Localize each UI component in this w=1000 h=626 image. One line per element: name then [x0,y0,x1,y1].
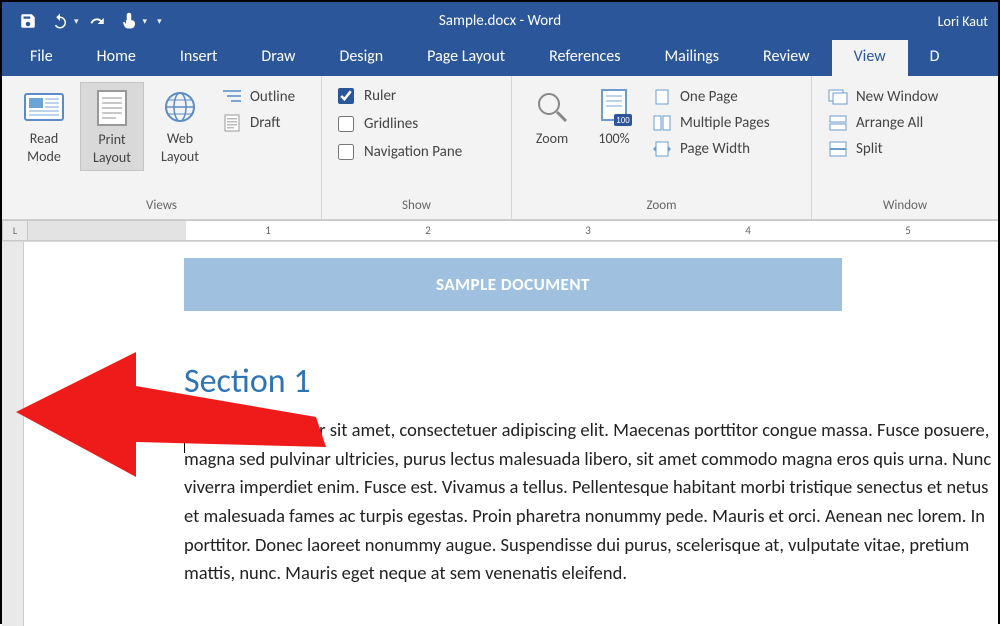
page-width-icon [652,140,672,158]
document-area[interactable]: SAMPLE DOCUMENT Section 1 Lorem ipsum do… [2,242,998,626]
touch-dropdown-icon[interactable]: ▾ [143,16,148,27]
read-mode-icon [14,86,74,128]
group-window: New Window Arrange All Split Window [812,76,998,219]
user-name: Lori Kaut [938,13,988,30]
outline-button[interactable]: Outline [216,86,301,108]
undo-dropdown-icon[interactable]: ▾ [74,16,79,27]
one-page-button[interactable]: One Page [646,86,776,108]
draft-button[interactable]: Draft [216,112,301,134]
tab-truncated[interactable]: D [908,39,948,76]
tab-design[interactable]: Design [318,39,406,76]
multiple-pages-icon [652,114,672,132]
tab-home[interactable]: Home [75,39,158,76]
tab-page-layout[interactable]: Page Layout [405,39,527,76]
section-heading[interactable]: Section 1 [184,361,998,402]
gridlines-checkbox[interactable]: Gridlines [332,112,468,136]
print-layout-icon [83,87,141,129]
group-label-zoom: Zoom [522,195,801,217]
ruler-checkbox[interactable]: Ruler [332,84,468,108]
svg-text:100: 100 [616,116,630,125]
group-label-window: Window [822,195,988,217]
undo-icon[interactable] [46,8,74,34]
tab-review[interactable]: Review [741,39,832,76]
ribbon: Read Mode Print Layout Web Layout [2,76,998,220]
zoom-button[interactable]: Zoom [522,82,582,152]
new-window-icon [828,88,848,106]
zoom-100-button[interactable]: 100 100% [586,82,642,152]
redo-icon[interactable] [83,8,111,34]
group-views: Read Mode Print Layout Web Layout [2,76,322,219]
group-label-show: Show [332,195,501,217]
save-icon[interactable] [14,8,42,34]
text-cursor [184,417,185,453]
tab-draw[interactable]: Draw [239,39,317,76]
title-bar: ▾ ▾ ▾ Sample.docx - Word Lori Kaut [2,2,998,40]
vertical-ruler[interactable] [2,242,24,626]
tab-mailings[interactable]: Mailings [642,39,741,76]
group-show: Ruler Gridlines Navigation Pane Show [322,76,512,219]
touch-mode-icon[interactable] [115,8,143,34]
arrange-all-button[interactable]: Arrange All [822,112,944,134]
group-label-views: Views [12,195,311,217]
print-layout-button[interactable]: Print Layout [80,82,144,171]
qat-customize-icon[interactable]: ▾ [157,16,162,27]
horizontal-ruler[interactable]: 1 2 3 4 5 [28,220,998,241]
tab-references[interactable]: References [527,39,642,76]
split-icon [828,140,848,158]
zoom-icon [524,86,580,128]
quick-access-toolbar: ▾ ▾ ▾ [2,8,162,34]
new-window-button[interactable]: New Window [822,86,944,108]
multiple-pages-button[interactable]: Multiple Pages [646,112,776,134]
ruler-bar: L 1 2 3 4 5 [2,220,998,242]
ribbon-tabs: File Home Insert Draw Design Page Layout… [2,40,998,76]
draft-icon [222,114,242,132]
page-width-button[interactable]: Page Width [646,138,776,160]
tab-selector[interactable]: L [2,220,28,241]
group-zoom: Zoom 100 100% One Page Multiple Pages [512,76,812,219]
navigation-pane-checkbox[interactable]: Navigation Pane [332,140,468,164]
tab-view[interactable]: View [832,39,908,76]
read-mode-button[interactable]: Read Mode [12,82,76,169]
outline-icon [222,88,242,106]
one-page-icon [652,88,672,106]
split-button[interactable]: Split [822,138,944,160]
web-layout-button[interactable]: Web Layout [148,82,212,169]
document-header: SAMPLE DOCUMENT [184,258,842,311]
tab-file[interactable]: File [8,39,75,76]
page: SAMPLE DOCUMENT Section 1 Lorem ipsum do… [28,242,998,588]
body-paragraph[interactable]: Lorem ipsum dolor sit amet, consectetuer… [184,416,998,588]
arrange-all-icon [828,114,848,132]
tab-insert[interactable]: Insert [158,39,240,76]
web-layout-icon [150,86,210,128]
zoom-100-icon: 100 [588,86,640,128]
